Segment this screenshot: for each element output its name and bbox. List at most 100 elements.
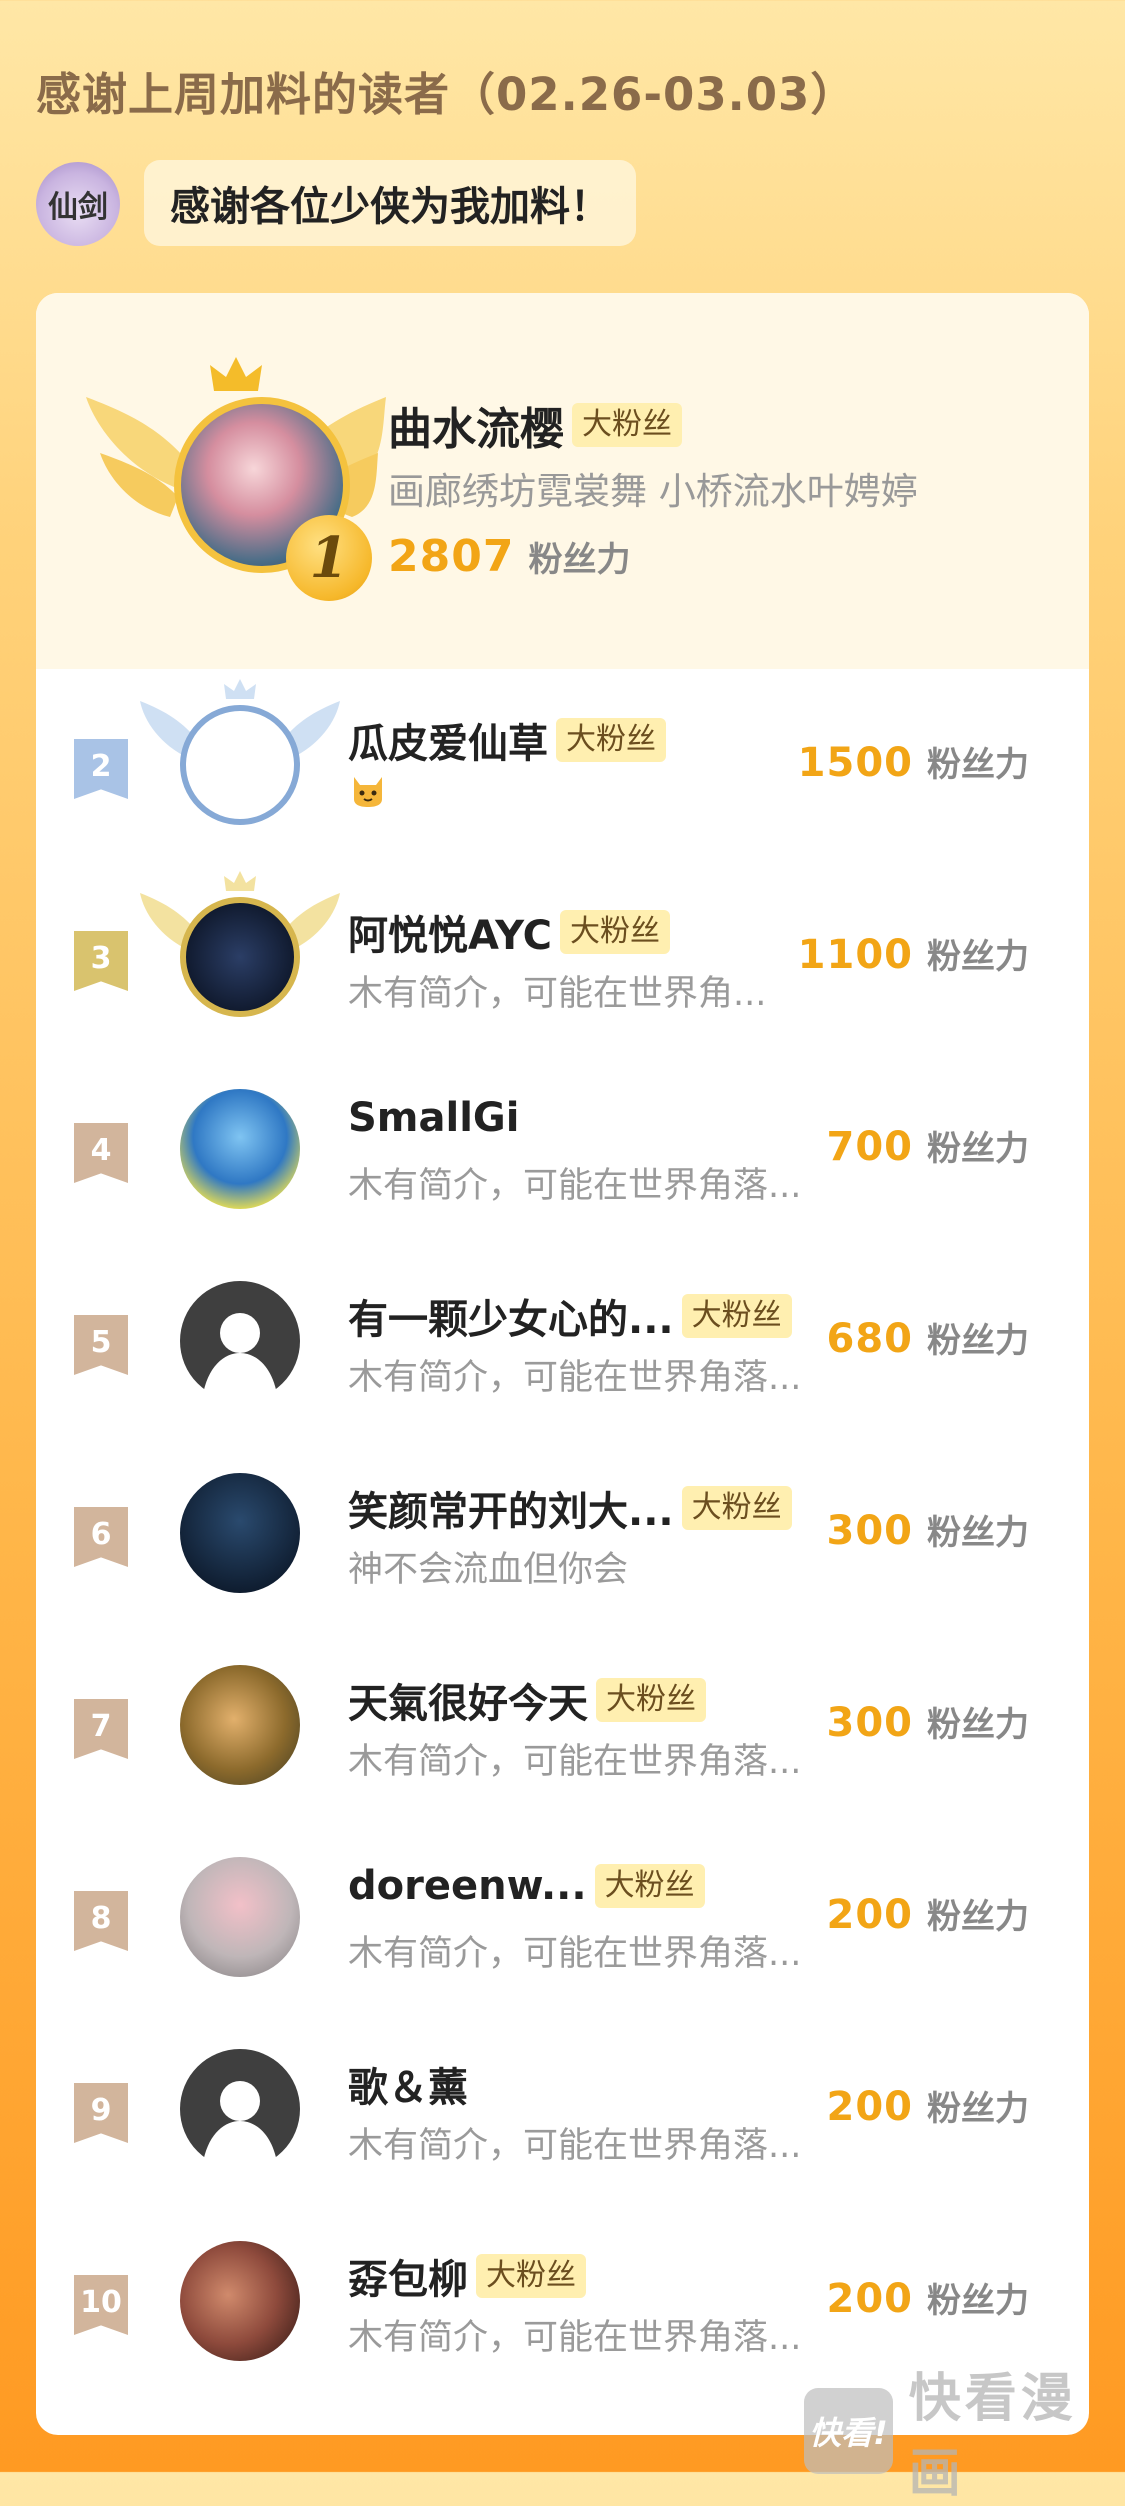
fan-row[interactable]: 9 歌＆薰木有简介，可能在世界角落... 200 粉丝力 — [36, 2013, 1089, 2205]
score-unit: 粉丝力 — [927, 1321, 1029, 1361]
username: 有一颗少女心的... — [348, 1297, 674, 1343]
score-value: 200 — [826, 2084, 913, 2130]
kuaikan-logo-icon: 快看! — [804, 2388, 893, 2474]
username: 天氣很好今天 — [348, 1681, 588, 1727]
fan-bio: 木有简介，可能在世界角落... — [348, 2126, 802, 2166]
crown-icon — [210, 357, 262, 391]
fan-bio: 木有简介，可能在世界角... — [348, 974, 767, 1014]
username: 歌＆薰 — [348, 2065, 468, 2111]
fan-name: SmallGi — [348, 1095, 519, 1141]
cat-emoji-icon — [348, 769, 388, 809]
fan-score: 200 粉丝力 — [827, 2273, 1030, 2322]
fan-level-badge: 大粉丝 — [594, 1864, 705, 1908]
fan-row[interactable]: 2 瓜皮爱仙草 大粉丝 1500 粉丝力 — [36, 669, 1089, 861]
fan-score: 200 粉丝力 — [827, 1889, 1030, 1938]
default-user-icon — [202, 1313, 278, 1401]
page-title: 感谢上周加料的读者（02.26-03.03） — [36, 68, 857, 121]
fan-name: 瓜皮爱仙草 大粉丝 — [348, 711, 666, 769]
score-unit: 粉丝力 — [927, 1897, 1029, 1937]
fan-row[interactable]: 8 doreenw... 大粉丝木有简介，可能在世界角落... 200 粉丝力 — [36, 1821, 1089, 2013]
author-logo-text: 仙剑 — [48, 190, 108, 225]
score-value: 700 — [826, 1124, 913, 1170]
avatar[interactable] — [180, 897, 300, 1017]
score-unit: 粉丝力 — [528, 540, 631, 580]
rank-badge: 6 — [74, 1507, 128, 1567]
avatar[interactable] — [180, 1089, 300, 1209]
username: 曲水流樱 — [388, 404, 564, 455]
fan-bio: 木有简介，可能在世界角落... — [348, 1934, 802, 1974]
score-value: 680 — [826, 1316, 913, 1362]
score-unit: 粉丝力 — [927, 2281, 1029, 2321]
rank-badge: 10 — [74, 2275, 128, 2335]
fan-level-badge: 大粉丝 — [681, 1294, 792, 1338]
author-avatar[interactable]: 仙剑 — [36, 162, 120, 246]
score-unit: 粉丝力 — [927, 1513, 1029, 1553]
fan-row[interactable]: 3 阿悦悦AYC 大粉丝木有简介，可能在世界角... 1100 粉丝力 — [36, 861, 1089, 1053]
score-value: 1100 — [797, 932, 913, 978]
rank-badge: 7 — [74, 1699, 128, 1759]
fan-name: 阿悦悦AYC 大粉丝 — [348, 903, 671, 961]
fan-score: 700 粉丝力 — [827, 1121, 1030, 1170]
username: 阿悦悦AYC — [348, 913, 553, 959]
fan-name: 有一颗少女心的... 大粉丝 — [348, 1287, 792, 1345]
avatar[interactable] — [180, 2241, 300, 2361]
fan-level-badge: 大粉丝 — [681, 1486, 792, 1530]
fan-bio: 木有简介，可能在世界角落... — [348, 1358, 802, 1398]
fan-score: 200 粉丝力 — [827, 2081, 1030, 2130]
score-value: 1500 — [797, 740, 913, 786]
fan-level-badge: 大粉丝 — [572, 403, 682, 447]
avatar[interactable] — [180, 705, 300, 825]
fan-level-badge: 大粉丝 — [476, 2254, 586, 2298]
username: SmallGi — [348, 1095, 520, 1141]
score-unit: 粉丝力 — [927, 2089, 1029, 2129]
fan-row[interactable]: 5 有一颗少女心的... 大粉丝木有简介，可能在世界角落... 680 粉丝力 — [36, 1245, 1089, 1437]
greeting-bubble: 感谢各位少侠为我加料！ — [144, 160, 636, 246]
top-fan-bio: 画廊绣坊霓裳舞 小桥流水叶娉婷 — [388, 470, 918, 513]
fan-score: 300 粉丝力 — [827, 1697, 1030, 1746]
score-value: 300 — [826, 1700, 913, 1746]
app-watermark: 快看! 快看漫画 — [804, 2356, 1125, 2506]
fan-bio: 木有简介，可能在世界角落... — [348, 1166, 802, 1206]
fan-bio: 木有简介，可能在世界角落... — [348, 2318, 802, 2358]
avatar[interactable] — [180, 1281, 300, 1401]
fan-name: doreenw... 大粉丝 — [348, 1863, 705, 1909]
ranking-card: 1 曲水流樱 大粉丝 画廊绣坊霓裳舞 小桥流水叶娉婷 2807 粉丝力 2 瓜皮爱… — [36, 293, 1089, 2435]
watermark-text: 快看漫画 — [908, 2369, 1077, 2504]
avatar[interactable] — [180, 1473, 300, 1593]
rank-badge: 3 — [74, 931, 128, 991]
top-fan-row[interactable]: 1 曲水流樱 大粉丝 画廊绣坊霓裳舞 小桥流水叶娉婷 2807 粉丝力 — [36, 293, 1089, 669]
fan-row[interactable]: 6 笑颜常开的刘大... 大粉丝神不会流血但你会 300 粉丝力 — [36, 1437, 1089, 1629]
fan-score: 1500 粉丝力 — [798, 737, 1029, 786]
fan-row[interactable]: 4 SmallGi 木有简介，可能在世界角落... 700 粉丝力 — [36, 1053, 1089, 1245]
fan-name: 天氣很好今天 大粉丝 — [348, 1671, 706, 1729]
rank-badge: 2 — [74, 739, 128, 799]
score-unit: 粉丝力 — [927, 1129, 1029, 1169]
rank-badge: 4 — [74, 1123, 128, 1183]
fan-row[interactable]: 7 天氣很好今天 大粉丝木有简介，可能在世界角落... 300 粉丝力 — [36, 1629, 1089, 1821]
avatar[interactable] — [180, 1665, 300, 1785]
fan-name: 笑颜常开的刘大... 大粉丝 — [348, 1479, 792, 1537]
top-fan-score: 2807 粉丝力 — [388, 531, 630, 582]
fan-score: 1100 粉丝力 — [798, 929, 1029, 978]
avatar[interactable] — [180, 2049, 300, 2169]
score-unit: 粉丝力 — [927, 745, 1029, 785]
avatar[interactable] — [180, 1857, 300, 1977]
fan-score: 680 粉丝力 — [827, 1313, 1030, 1362]
score-unit: 粉丝力 — [927, 1705, 1029, 1745]
rank-1-medal: 1 — [286, 515, 372, 601]
username: 孬包柳 — [348, 2257, 468, 2303]
fan-score: 300 粉丝力 — [827, 1505, 1030, 1554]
fan-name: 歌＆薰 — [348, 2055, 468, 2113]
fan-name: 孬包柳 大粉丝 — [348, 2247, 586, 2305]
fan-bio: 神不会流血但你会 — [348, 1550, 629, 1590]
score-value: 300 — [826, 1508, 913, 1554]
rank-badge: 8 — [74, 1891, 128, 1951]
username: 瓜皮爱仙草 — [348, 721, 548, 767]
username: 笑颜常开的刘大... — [348, 1489, 674, 1535]
fan-level-badge: 大粉丝 — [560, 910, 671, 954]
rank-badge: 5 — [74, 1315, 128, 1375]
fan-bio: 木有简介，可能在世界角落... — [348, 1742, 802, 1782]
rank-badge: 9 — [74, 2083, 128, 2143]
score-value: 200 — [826, 2276, 913, 2322]
top-fan-name: 曲水流樱 大粉丝 — [388, 393, 682, 457]
